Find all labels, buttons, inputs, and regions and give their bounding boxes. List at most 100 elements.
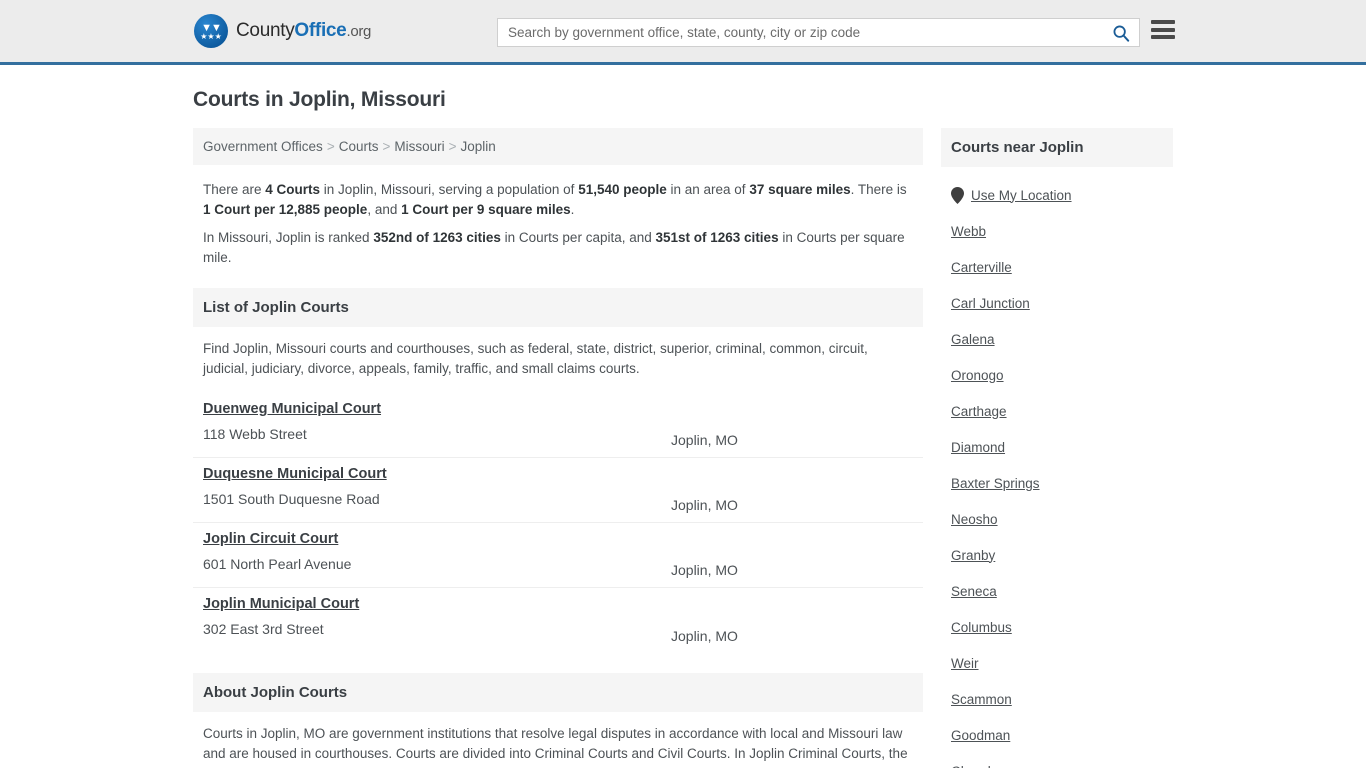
- section-header-list-of-courts: List of Joplin Courts: [193, 288, 923, 327]
- city-link[interactable]: Scammon: [951, 692, 1012, 707]
- court-list: Duenweg Municipal Court 118 Webb Street …: [193, 393, 923, 653]
- court-city: Joplin, MO: [671, 562, 738, 578]
- rank-text-a: In Missouri, Joplin is ranked: [203, 230, 374, 245]
- city-link[interactable]: Weir: [951, 656, 979, 671]
- main-column: Government Offices > Courts > Missouri > Jopli…: [193, 128, 923, 768]
- about-description: Courts in Joplin, MO are government inst…: [203, 726, 908, 768]
- search-button[interactable]: [1103, 19, 1139, 46]
- stat-rank-per-square-mile: 351st of 1263 cities: [655, 230, 779, 245]
- search-input[interactable]: [498, 19, 1103, 46]
- three-stars-icon: ★★★: [200, 32, 222, 41]
- breadcrumb-separator: >: [326, 139, 335, 154]
- intro-text-a: There are: [203, 182, 266, 197]
- court-name-link[interactable]: Joplin Circuit Court: [203, 531, 338, 547]
- content-container: Courts in Joplin, Missouri Government Of…: [193, 65, 1173, 768]
- columns-layout: Government Offices > Courts > Missouri > Jopli…: [193, 128, 1173, 768]
- breadcrumb-item-missouri[interactable]: Missouri: [394, 139, 444, 154]
- sidebar-item-city[interactable]: Weir: [951, 645, 1163, 681]
- court-name-link[interactable]: Duenweg Municipal Court: [203, 401, 381, 417]
- stat-court-count: 4 Courts: [265, 182, 321, 197]
- sidebar-item-city[interactable]: Cherokee: [951, 753, 1163, 768]
- court-city: Joplin, MO: [671, 497, 738, 513]
- rank-text-c: in Courts per capita, and: [500, 230, 656, 245]
- sidebar-item-city[interactable]: Carterville: [951, 249, 1163, 285]
- sidebar-item-city[interactable]: Seneca: [951, 573, 1163, 609]
- sidebar-item-city[interactable]: Neosho: [951, 501, 1163, 537]
- sidebar-item-city[interactable]: Carl Junction: [951, 285, 1163, 321]
- city-link[interactable]: Oronogo: [951, 368, 1004, 383]
- sidebar-nearby-list: Use My Location Webb Carterville Carl Ju…: [941, 167, 1173, 768]
- intro-text-c: in Joplin, Missouri, serving a populatio…: [320, 182, 579, 197]
- section-body-about-courts: Courts in Joplin, MO are government inst…: [193, 712, 923, 768]
- table-row: Joplin Municipal Court 302 East 3rd Stre…: [193, 588, 923, 653]
- city-link[interactable]: Baxter Springs: [951, 476, 1040, 491]
- sidebar-item-city[interactable]: Scammon: [951, 681, 1163, 717]
- court-address: 118 Webb Street: [203, 426, 307, 442]
- countyoffice-logo-mark: ▼▼ ★★★: [194, 14, 228, 48]
- sidebar-item-city[interactable]: Oronogo: [951, 357, 1163, 393]
- hamburger-bar-1: [1151, 20, 1175, 24]
- hamburger-menu-icon[interactable]: [1151, 20, 1175, 39]
- table-row: Duenweg Municipal Court 118 Webb Street …: [193, 393, 923, 458]
- city-link[interactable]: Cherokee: [951, 764, 1010, 768]
- intro-text-g: .: [570, 202, 575, 217]
- table-row: Joplin Circuit Court 601 North Pearl Ave…: [193, 523, 923, 588]
- breadcrumb-item-government-offices[interactable]: Government Offices: [203, 139, 323, 154]
- intro-paragraph-counts: There are 4 Courts in Joplin, Missouri, …: [203, 180, 913, 220]
- sidebar-item-city[interactable]: Galena: [951, 321, 1163, 357]
- city-link[interactable]: Goodman: [951, 728, 1010, 743]
- stat-court-per-area: 1 Court per 9 square miles: [401, 202, 571, 217]
- city-link[interactable]: Granby: [951, 548, 995, 563]
- intro-text-e: . There is: [850, 182, 907, 197]
- city-link[interactable]: Seneca: [951, 584, 997, 599]
- sidebar-item-use-my-location[interactable]: Use My Location: [951, 177, 1163, 213]
- site-logo[interactable]: ▼▼ ★★★ CountyOffice.org: [194, 14, 371, 48]
- breadcrumb-item-courts[interactable]: Courts: [339, 139, 379, 154]
- breadcrumb: Government Offices > Courts > Missouri > Jopli…: [193, 128, 923, 165]
- city-link[interactable]: Neosho: [951, 512, 998, 527]
- list-description: Find Joplin, Missouri courts and courtho…: [203, 341, 868, 376]
- court-city: Joplin, MO: [671, 628, 738, 644]
- intro-statistics: There are 4 Courts in Joplin, Missouri, …: [193, 165, 923, 268]
- court-address: 601 North Pearl Avenue: [203, 556, 352, 572]
- page-title: Courts in Joplin, Missouri: [193, 88, 446, 111]
- sidebar: Courts near Joplin Use My Location Webb …: [941, 128, 1173, 768]
- sidebar-item-city[interactable]: Diamond: [951, 429, 1163, 465]
- stat-population: 51,540 people: [578, 182, 667, 197]
- hamburger-bar-3: [1151, 35, 1175, 39]
- search-icon: [1113, 25, 1130, 42]
- site-logo-text: CountyOffice.org: [236, 20, 371, 42]
- stat-rank-per-capita: 352nd of 1263 cities: [373, 230, 501, 245]
- court-name-link[interactable]: Duquesne Municipal Court: [203, 466, 387, 482]
- city-link[interactable]: Carthage: [951, 404, 1007, 419]
- court-address: 1501 South Duquesne Road: [203, 491, 380, 507]
- site-header: ▼▼ ★★★ CountyOffice.org: [0, 0, 1366, 65]
- map-pin-icon: [951, 186, 964, 204]
- stat-court-per-people: 1 Court per 12,885 people: [203, 202, 368, 217]
- use-my-location-link[interactable]: Use My Location: [971, 188, 1072, 203]
- sidebar-item-city[interactable]: Carthage: [951, 393, 1163, 429]
- section-header-about-courts: About Joplin Courts: [193, 673, 923, 712]
- city-link[interactable]: Columbus: [951, 620, 1012, 635]
- sidebar-item-city[interactable]: Goodman: [951, 717, 1163, 753]
- logo-text-county: County: [236, 20, 295, 41]
- court-name-link[interactable]: Joplin Municipal Court: [203, 596, 359, 612]
- city-link[interactable]: Galena: [951, 332, 995, 347]
- city-link[interactable]: Webb: [951, 224, 986, 239]
- city-link[interactable]: Carterville: [951, 260, 1012, 275]
- sidebar-item-city[interactable]: Granby: [951, 537, 1163, 573]
- court-city: Joplin, MO: [671, 432, 738, 448]
- city-link[interactable]: Carl Junction: [951, 296, 1030, 311]
- intro-text-f: , and: [367, 202, 402, 217]
- sidebar-item-city[interactable]: Columbus: [951, 609, 1163, 645]
- sidebar-item-city[interactable]: Webb: [951, 213, 1163, 249]
- hamburger-bar-2: [1151, 27, 1175, 32]
- logo-text-org: .org: [346, 23, 372, 40]
- sidebar-item-city[interactable]: Baxter Springs: [951, 465, 1163, 501]
- breadcrumb-item-joplin[interactable]: Joplin: [461, 139, 496, 154]
- court-address: 302 East 3rd Street: [203, 621, 324, 637]
- search-bar[interactable]: [497, 18, 1140, 47]
- breadcrumb-separator: >: [382, 139, 391, 154]
- section-body-list-of-courts: Find Joplin, Missouri courts and courtho…: [193, 327, 923, 379]
- city-link[interactable]: Diamond: [951, 440, 1005, 455]
